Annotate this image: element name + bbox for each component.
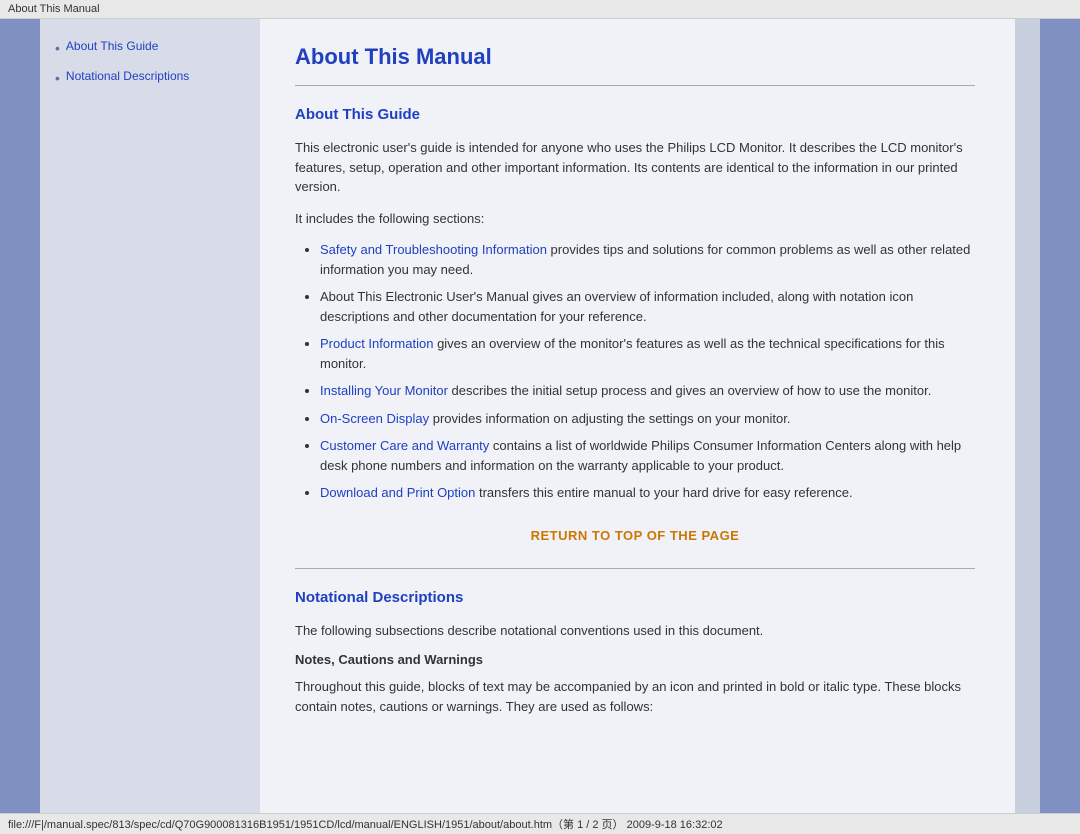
divider-middle [295, 568, 975, 569]
sidebar-nav: About This Guide Notational Descriptions [55, 39, 245, 87]
notes-body: Throughout this guide, blocks of text ma… [295, 677, 975, 716]
link-safety[interactable]: Safety and Troubleshooting Information [320, 242, 547, 257]
list-item-electronic-manual: About This Electronic User's Manual give… [320, 287, 975, 326]
right-accent-1 [1015, 19, 1040, 813]
notational-intro: The following subsections describe notat… [295, 621, 975, 641]
link-warranty[interactable]: Customer Care and Warranty [320, 438, 489, 453]
title-bar-text: About This Manual [8, 3, 100, 15]
about-guide-intro: This electronic user's guide is intended… [295, 138, 975, 197]
page-title: About This Manual [295, 44, 975, 70]
list-item-warranty: Customer Care and Warranty contains a li… [320, 436, 975, 475]
content-area: About This Manual About This Guide This … [260, 19, 1015, 813]
main-layout: About This Guide Notational Descriptions… [0, 19, 1080, 813]
link-download[interactable]: Download and Print Option [320, 485, 475, 500]
list-item-product-info: Product Information gives an overview of… [320, 334, 975, 373]
sidebar-item-notational: Notational Descriptions [55, 69, 245, 87]
return-to-top-link[interactable]: RETURN TO TOP OF THE PAGE [531, 528, 740, 543]
sidebar: About This Guide Notational Descriptions [40, 19, 260, 813]
return-to-top: RETURN TO TOP OF THE PAGE [295, 528, 975, 543]
sidebar-link-notational[interactable]: Notational Descriptions [66, 69, 189, 85]
status-bar: file:///F|/manual.spec/813/spec/cd/Q70G9… [0, 813, 1080, 834]
notes-title: Notes, Cautions and Warnings [295, 652, 975, 667]
list-item-installing: Installing Your Monitor describes the in… [320, 381, 975, 401]
link-product-info[interactable]: Product Information [320, 336, 433, 351]
section-title-notational: Notational Descriptions [295, 589, 975, 606]
list-item-download: Download and Print Option transfers this… [320, 483, 975, 503]
link-osd[interactable]: On-Screen Display [320, 411, 429, 426]
right-accent-2 [1040, 19, 1080, 813]
title-bar: About This Manual [0, 0, 1080, 19]
sidebar-link-about-guide[interactable]: About This Guide [66, 39, 159, 55]
list-item-osd: On-Screen Display provides information o… [320, 409, 975, 429]
sections-list: Safety and Troubleshooting Information p… [295, 240, 975, 503]
section-title-about-guide: About This Guide [295, 106, 975, 123]
status-bar-text: file:///F|/manual.spec/813/spec/cd/Q70G9… [8, 819, 723, 831]
sidebar-item-about-guide: About This Guide [55, 39, 245, 57]
left-accent-bar [0, 19, 40, 813]
link-installing[interactable]: Installing Your Monitor [320, 383, 448, 398]
list-item-safety: Safety and Troubleshooting Information p… [320, 240, 975, 279]
divider-top [295, 85, 975, 86]
includes-text: It includes the following sections: [295, 209, 975, 229]
